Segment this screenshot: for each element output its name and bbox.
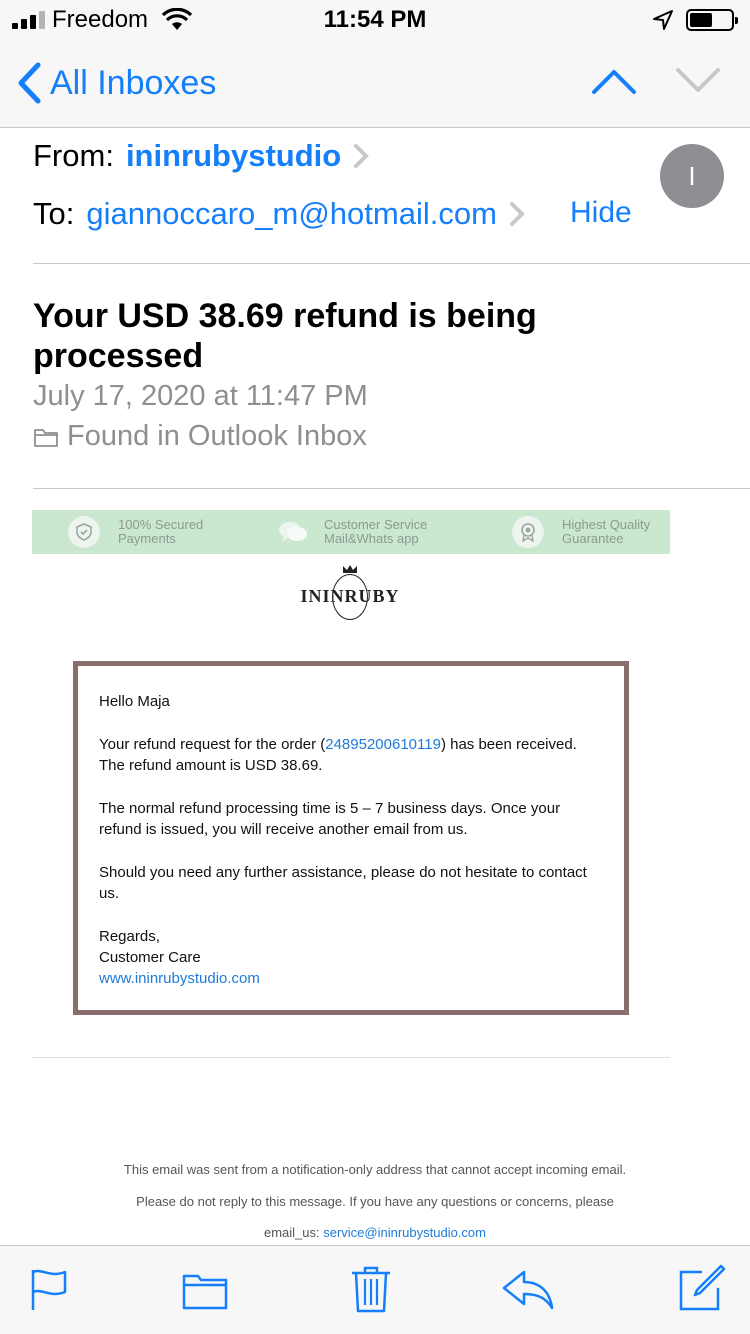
feature-line2: Mail&Whats app [324,531,419,546]
sender-name[interactable]: ininrubystudio [126,138,341,174]
status-bar: Freedom 11:54 PM [0,0,750,40]
feature-bar: 100% Secured Payments Customer Service Mai… [32,510,670,554]
trash-icon [352,1266,390,1313]
trash-button[interactable] [350,1264,392,1319]
back-button[interactable]: All Inboxes [16,62,216,104]
next-message-button[interactable] [674,64,722,101]
previous-message-button[interactable] [590,64,638,101]
footer-line1: This email was sent from a notification-… [123,1162,627,1177]
chat-icon [278,519,308,545]
flag-icon [31,1269,67,1310]
top-bar: Freedom 11:54 PM All Inboxes [0,0,750,128]
badge-icon [512,516,544,548]
recipient-address[interactable]: giannoccaro_m@hotmail.com [86,196,497,232]
folder-label: Found in Outlook Inbox [67,420,367,452]
chevron-left-icon [18,62,41,104]
feature-customer-service: Customer Service Mail&Whats app [278,510,427,554]
feature-quality-guarantee: Highest Quality Guarantee [512,510,650,554]
feature-line1: 100% Secured [118,517,204,532]
to-label: To: [33,196,75,231]
footer-line3: email_us: service@ininrubystudio.com [263,1225,486,1240]
refund-paragraph: Your refund request for the order (24895… [99,736,577,774]
shield-icon [68,516,100,548]
header-divider [33,263,750,264]
service-email-link[interactable]: service@ininrubystudio.com [323,1225,486,1240]
feature-secured-payments: 100% Secured Payments [68,510,203,554]
hide-details-button[interactable]: Hide [570,196,632,230]
move-to-folder-button[interactable] [182,1272,228,1315]
compose-button[interactable] [678,1264,726,1317]
feature-line2: Guarantee [562,531,624,546]
folder-location: Found in Outlook Inbox [33,420,367,453]
reply-button[interactable] [502,1270,554,1315]
chevron-right-icon [509,202,525,226]
message-subject: Your USD 38.69 refund is being processed [33,297,537,375]
battery-icon [686,9,738,31]
footer-line2: Please do not reply to this message. If … [136,1194,614,1209]
regards: Regards, [99,928,160,945]
folder-icon [34,428,58,447]
order-number-link[interactable]: 24895200610119 [325,736,441,753]
logo-text: ININRUBY [300,586,400,606]
status-time: 11:54 PM [323,6,427,33]
feature-line1: Highest Quality [562,517,651,532]
message-body: Hello Maja Your refund request for the o… [73,661,629,1015]
signature: Customer Care [99,949,201,966]
content-divider [32,1057,670,1058]
avatar: I [660,144,724,208]
greeting: Hello Maja [99,693,170,710]
from-label: From: [33,138,114,173]
location-arrow-icon [652,9,674,38]
feature-line1: Customer Service [324,517,428,532]
compose-icon [679,1264,726,1311]
processing-paragraph: The normal refund processing time is 5 –… [99,800,561,838]
to-row: To: giannoccaro_m@hotmail.com [33,196,525,232]
back-label: All Inboxes [50,63,217,102]
brand-logo: ININRUBY [298,564,402,620]
assistance-paragraph: Should you need any further assistance, … [99,864,587,902]
feature-line2: Payments [118,531,176,546]
chevron-right-icon [354,144,370,168]
flag-button[interactable] [30,1268,68,1317]
message-date: July 17, 2020 at 11:47 PM [33,380,368,412]
chevron-down-icon [676,68,720,92]
reply-icon [502,1270,554,1310]
crown-icon [343,565,357,573]
chevron-up-icon [592,70,636,94]
bottom-toolbar [0,1245,750,1334]
website-link[interactable]: www.ininrubystudio.com [99,968,604,989]
body-divider [33,488,750,489]
from-row: From: ininrubystudio [33,138,370,174]
folder-icon [182,1274,228,1310]
